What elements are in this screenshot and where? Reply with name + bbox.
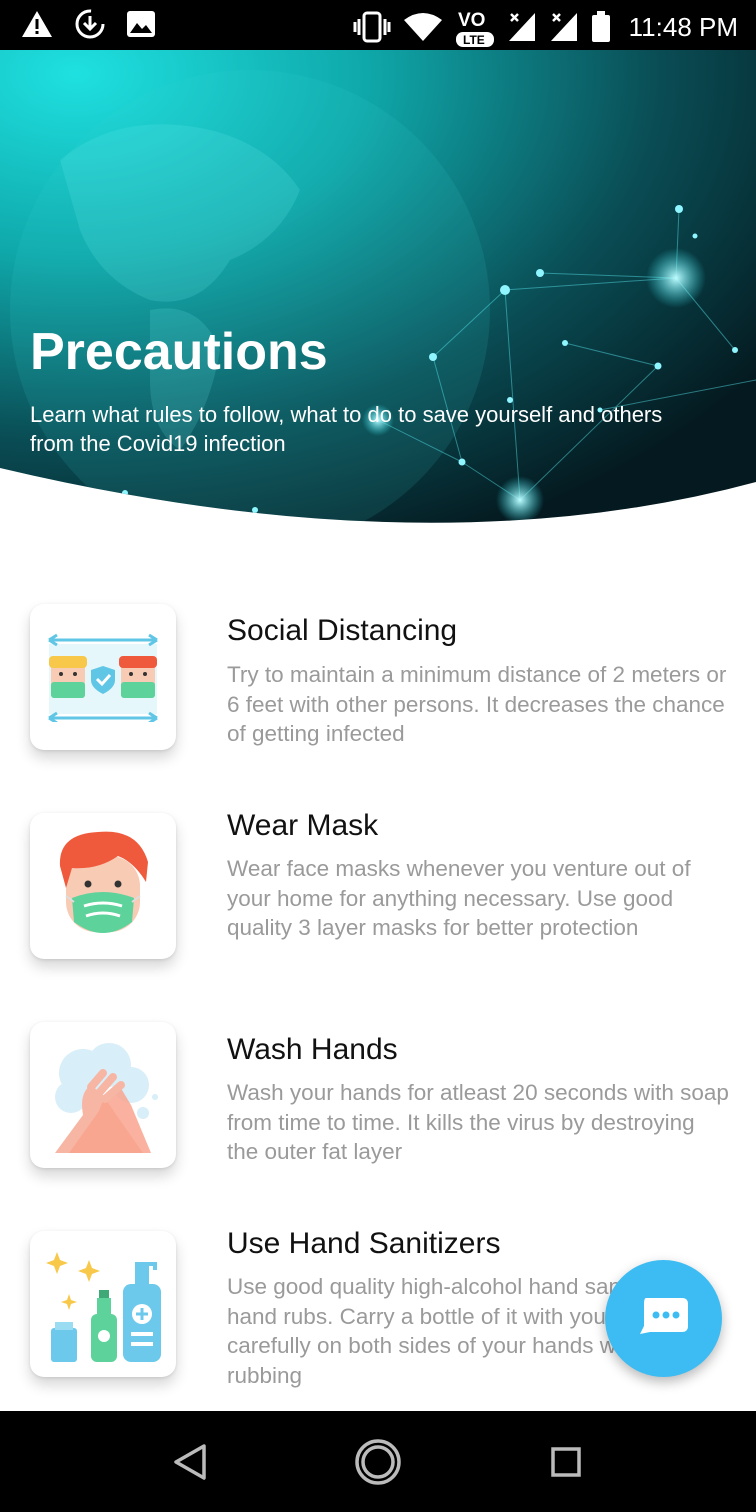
recents-icon[interactable] <box>551 1447 581 1482</box>
wifi-icon <box>403 12 443 42</box>
status-bar: VO LTE 11:48 PM <box>0 0 756 50</box>
image-icon <box>126 10 156 38</box>
item-description: Try to maintain a minimum distance of 2 … <box>227 662 727 746</box>
item-title: Social Distancing <box>227 614 458 647</box>
hero-banner: Precautions Learn what rules to follow, … <box>0 50 756 525</box>
face-mask-icon <box>30 813 176 959</box>
warning-icon <box>20 9 54 39</box>
wash-hands-icon <box>30 1022 176 1168</box>
chat-button[interactable] <box>605 1260 722 1377</box>
volte-icon: VO LTE <box>455 6 495 48</box>
item-title: Use Hand Sanitizers <box>227 1227 501 1260</box>
item-title: Wash Hands <box>227 1033 398 1066</box>
vibrate-icon <box>353 11 391 43</box>
page-subtitle: Learn what rules to follow, what to do t… <box>30 402 663 456</box>
clock: 11:48 PM <box>628 11 738 42</box>
hand-sanitizer-icon <box>30 1231 176 1377</box>
download-icon <box>74 8 106 40</box>
signal-icon <box>507 11 537 43</box>
svg-text:LTE: LTE <box>463 33 485 47</box>
navigation-bar <box>0 1411 756 1512</box>
svg-text:VO: VO <box>458 10 485 31</box>
item-description: Wash your hands for atleast 20 seconds w… <box>227 1080 729 1164</box>
battery-icon <box>591 11 611 43</box>
item-description: Wear face masks whenever you venture out… <box>227 856 691 940</box>
page-title: Precautions <box>30 323 328 381</box>
signal-icon <box>549 11 579 43</box>
chat-icon <box>638 1296 690 1341</box>
social-distancing-icon <box>30 604 176 750</box>
back-icon[interactable] <box>172 1443 208 1486</box>
home-icon[interactable] <box>354 1438 402 1491</box>
item-title: Wear Mask <box>227 809 379 842</box>
